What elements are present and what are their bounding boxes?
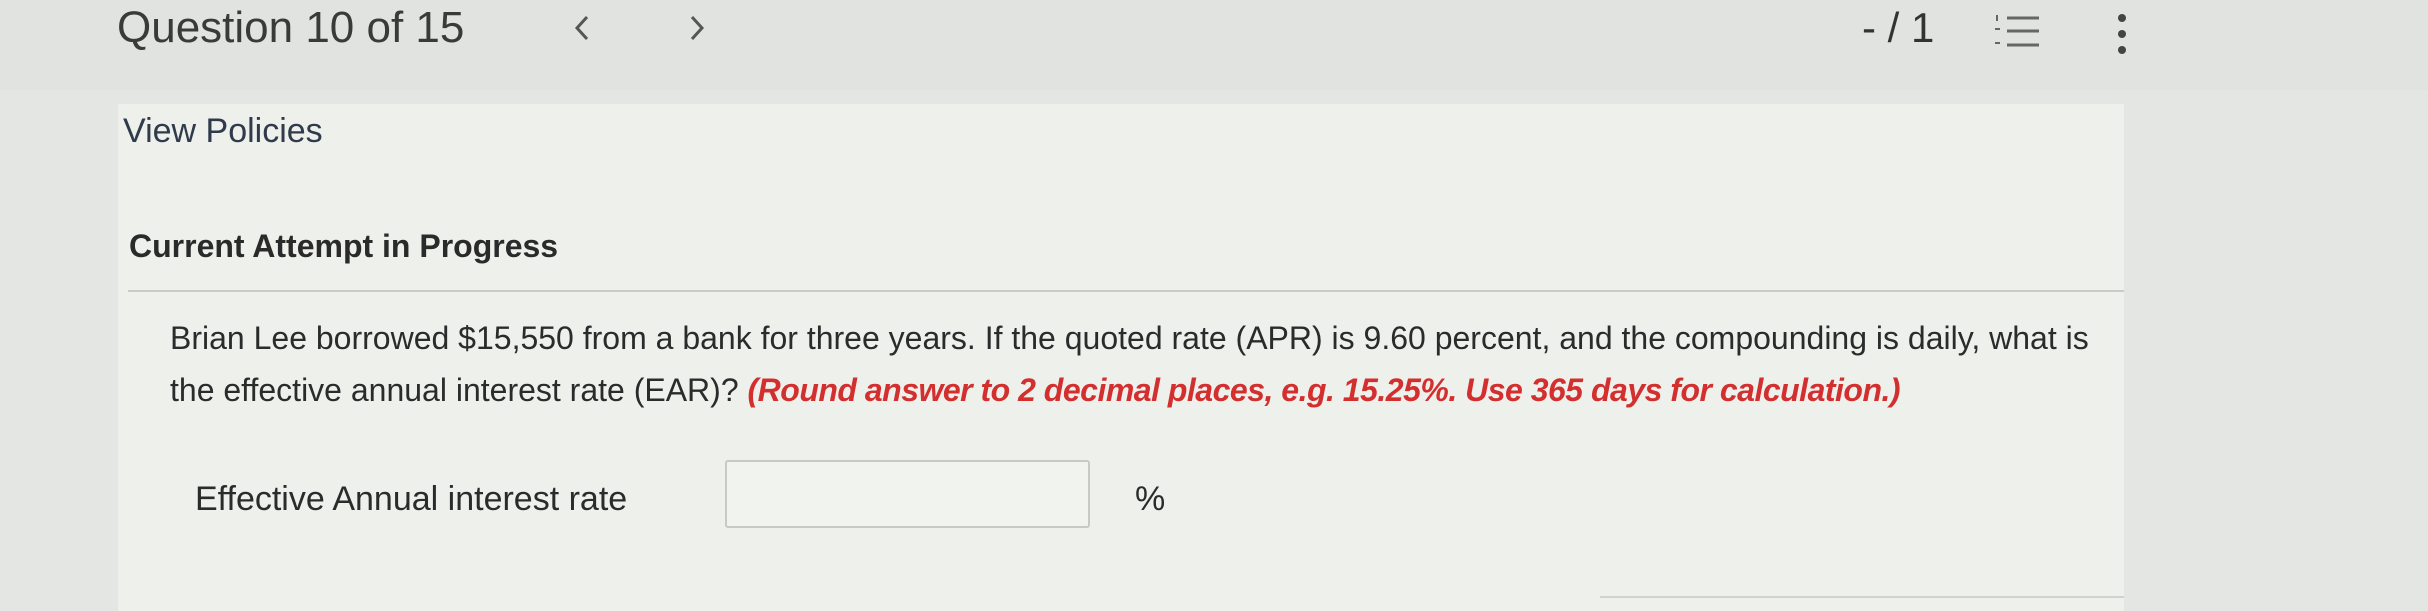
view-policies-link[interactable]: View Policies (123, 112, 323, 151)
divider (128, 290, 2124, 292)
chevron-right-icon (690, 15, 705, 41)
top-bar: Question 10 of 15 - / 1 (0, 0, 2428, 90)
previous-question-button[interactable] (562, 8, 602, 48)
score-display: - / 1 (1862, 4, 1935, 51)
rounding-hint: (Round answer to 2 decimal places, e.g. … (747, 372, 1901, 408)
chevron-left-icon (574, 15, 589, 41)
more-options-button[interactable] (2104, 9, 2140, 59)
question-list-button[interactable] (1993, 9, 2043, 55)
next-question-button[interactable] (677, 8, 717, 48)
numbered-list-icon (1995, 15, 2039, 47)
question-counter: Question 10 of 15 (117, 3, 465, 52)
attempt-status: Current Attempt in Progress (129, 228, 559, 264)
percent-unit: % (1135, 480, 1166, 518)
divider-bottom (1600, 596, 2124, 598)
answer-input[interactable] (725, 460, 1090, 528)
vertical-ellipsis-icon (2118, 14, 2126, 54)
question-text-block: Brian Lee borrowed $15,550 from a bank f… (170, 312, 2110, 416)
answer-label: Effective Annual interest rate (195, 480, 628, 518)
